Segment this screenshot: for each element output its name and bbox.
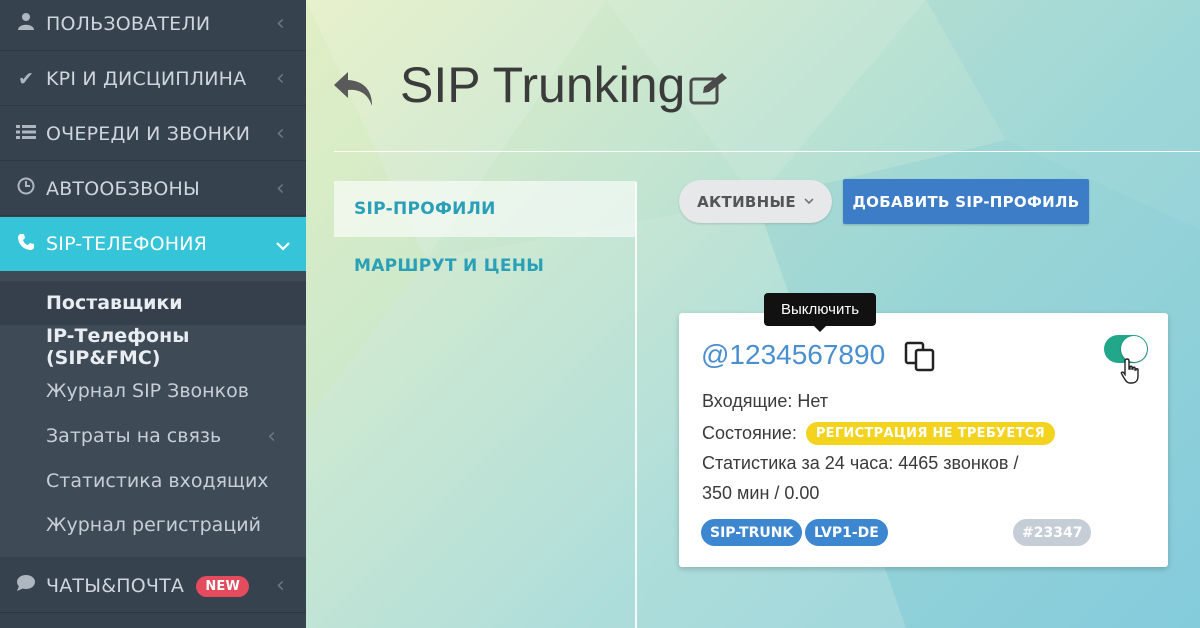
submenu-item-label: Журнал регистраций — [46, 514, 261, 536]
add-sip-profile-button[interactable]: ДОБАВИТЬ SIP-ПРОФИЛЬ — [843, 179, 1089, 224]
profile-id-tag: #23347 — [1013, 519, 1092, 546]
sidebar-submenu: Поставщики IP-Телефоны (SIP&FMC) Журнал … — [0, 271, 306, 557]
sidebar-item-kpi[interactable]: ✔ KPI И ДИСЦИПЛИНА ‹ — [0, 52, 306, 106]
main-content: SIP Trunking SIP-ПРОФИЛИ МАРШРУТ И ЦЕНЫ … — [306, 0, 1200, 628]
submenu-item-label: Журнал SIP Звонков — [46, 380, 249, 402]
sidebar-item-label: ЧАТЫ&ПОЧТА — [46, 574, 185, 597]
status-badge: РЕГИСТРАЦИЯ НЕ ТРЕБУЕТСЯ — [805, 422, 1055, 445]
sidebar-item-label: KPI И ДИСЦИПЛИНА — [46, 67, 247, 90]
tag-sip-trunk[interactable]: SIP-TRUNK — [701, 519, 803, 546]
page-title: SIP Trunking — [400, 57, 686, 113]
submenu-item-label: Поставщики — [46, 292, 183, 314]
submenu-item-providers[interactable]: Поставщики — [0, 281, 306, 325]
chevron-left-icon: ‹ — [276, 11, 285, 36]
chevron-left-icon: ‹ — [276, 121, 285, 146]
sidebar-item-label-wrap: ЧАТЫ&ПОЧТА NEW — [46, 575, 276, 597]
phone-icon — [0, 233, 46, 256]
filter-dropdown[interactable]: АКТИВНЫЕ — [679, 180, 832, 223]
sidebar-item-label: ОЧЕРЕДИ И ЗВОНКИ — [46, 122, 251, 145]
sidebar-item-label: ПОЛЬЗОВАТЕЛИ — [46, 12, 211, 35]
submenu-item-incoming-stats[interactable]: Статистика входящих — [0, 459, 306, 503]
tab-label: МАРШРУТ И ЦЕНЫ — [354, 256, 545, 276]
new-badge: NEW — [196, 575, 250, 597]
header-divider — [334, 151, 1200, 152]
chevron-left-icon: ‹ — [276, 176, 285, 201]
chat-icon — [0, 574, 46, 597]
tab-sip-profiles[interactable]: SIP-ПРОФИЛИ — [334, 181, 636, 237]
sidebar: ПОЛЬЗОВАТЕЛИ ‹ ✔ KPI И ДИСЦИПЛИНА ‹ ОЧЕР… — [0, 0, 306, 628]
stats-line-1: Статистика за 24 часа: 4465 звонков / — [702, 453, 1019, 473]
back-arrow-icon[interactable] — [332, 66, 376, 110]
submenu-item-sip-call-log[interactable]: Журнал SIP Звонков — [0, 369, 306, 413]
tag-location[interactable]: LVP1-DE — [805, 519, 888, 546]
chevron-left-icon: ‹ — [276, 573, 285, 598]
submenu-item-label: Статистика входящих — [46, 470, 269, 492]
submenu-item-costs[interactable]: Затраты на связь ‹ — [0, 414, 306, 458]
sidebar-item-users[interactable]: ПОЛЬЗОВАТЕЛИ ‹ — [0, 0, 306, 51]
copy-icon[interactable] — [904, 341, 938, 373]
tab-label: SIP-ПРОФИЛИ — [354, 199, 496, 219]
state-label: Состояние: — [702, 423, 797, 443]
check-icon: ✔ — [17, 67, 35, 90]
toggle-tooltip: Выключить — [764, 293, 876, 332]
chevron-left-icon: ‹ — [267, 423, 276, 449]
chevron-down-icon — [276, 232, 306, 257]
list-icon — [0, 123, 46, 145]
clock-icon — [0, 177, 46, 200]
sip-profile-card: @1234567890 Входящие: Нет Состояние: РЕГ… — [679, 313, 1168, 567]
edit-icon[interactable] — [689, 71, 729, 107]
stats-line-2: 350 мин / 0.00 — [702, 483, 820, 503]
sidebar-item-label: АВТООБЗВОНЫ — [46, 177, 201, 200]
submenu-item-label: IP-Телефоны (SIP&FMC) — [46, 325, 190, 369]
submenu-item-registration-log[interactable]: Журнал регистраций — [0, 503, 306, 547]
chevron-left-icon: ‹ — [276, 66, 285, 91]
submenu-item-label: Затраты на связь — [46, 425, 222, 447]
hand-pointer-icon — [1120, 358, 1142, 384]
tab-route-prices[interactable]: МАРШРУТ И ЦЕНЫ — [334, 238, 636, 294]
incoming-info: Входящие: Нет — [702, 391, 828, 411]
sidebar-item-queues[interactable]: ОЧЕРЕДИ И ЗВОНКИ ‹ — [0, 107, 306, 161]
submenu-item-ip-phones[interactable]: IP-Телефоны (SIP&FMC) — [0, 325, 306, 369]
sidebar-item-autodial[interactable]: АВТООБЗВОНЫ ‹ — [0, 162, 306, 216]
sidebar-item-label: SIP-ТЕЛЕФОНИЯ — [46, 233, 208, 255]
sip-profile-id[interactable]: @1234567890 — [701, 339, 885, 371]
sidebar-item-chats-mail[interactable]: ЧАТЫ&ПОЧТА NEW ‹ — [0, 559, 306, 613]
filter-label: АКТИВНЫЕ — [697, 192, 796, 211]
chevron-down-icon — [804, 195, 814, 208]
state-info: Состояние: РЕГИСТРАЦИЯ НЕ ТРЕБУЕТСЯ — [702, 422, 1055, 445]
sidebar-item-sip-telephony[interactable]: SIP-ТЕЛЕФОНИЯ — [0, 217, 306, 271]
user-icon — [0, 12, 46, 35]
